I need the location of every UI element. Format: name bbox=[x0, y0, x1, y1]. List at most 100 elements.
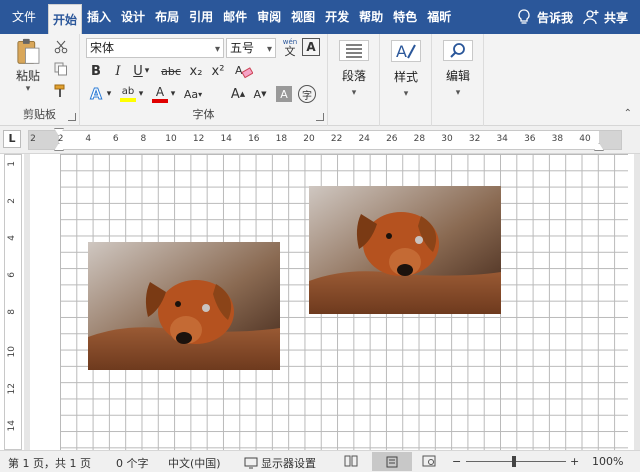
dog-photo-left[interactable] bbox=[88, 242, 280, 370]
status-bar: 第 1 页，共 1 页 0 个字 中文(中国) 显示器设置 − + 100% bbox=[0, 450, 640, 472]
styles-group: A 样式 ▾ bbox=[380, 34, 432, 126]
strikethrough-button[interactable]: abc bbox=[158, 61, 184, 81]
display-settings-button[interactable]: 显示器设置 bbox=[244, 455, 316, 471]
cut-button[interactable] bbox=[52, 38, 70, 56]
collapse-ribbon-icon[interactable]: ⌃ bbox=[624, 108, 632, 119]
dog-photo-right[interactable] bbox=[309, 186, 501, 314]
ruler-number: 4 bbox=[85, 134, 92, 144]
editing-label: 编辑 bbox=[445, 69, 470, 83]
horizontal-ruler-bar: L 2 2 4 6 8 10 12 14 16 18 20 22 24 26 28 30 32 34 36 38 40 bbox=[0, 126, 640, 154]
phonetic-wen-char: 文 bbox=[284, 45, 296, 58]
italic-button[interactable]: I bbox=[108, 61, 128, 81]
tab-selector[interactable]: L bbox=[3, 130, 21, 148]
zoom-slider-thumb[interactable] bbox=[512, 456, 516, 467]
clipboard-launcher[interactable] bbox=[68, 113, 76, 121]
language-status[interactable]: 中文(中国) bbox=[168, 455, 221, 471]
ruler-number: 14 bbox=[220, 134, 232, 144]
shrink-font-button[interactable]: A ▼ bbox=[250, 84, 270, 104]
horizontal-ruler[interactable]: 2 2 4 6 8 10 12 14 16 18 20 22 24 26 28 30 32 34 36 38 40 bbox=[28, 128, 622, 151]
tab-file[interactable]: 文件 bbox=[0, 0, 48, 34]
ruler-number: 8 bbox=[140, 134, 147, 144]
tab-review[interactable]: 审阅 bbox=[252, 0, 286, 34]
ruler-number: 24 bbox=[358, 134, 370, 144]
format-painter-button[interactable] bbox=[52, 82, 70, 100]
character-border-button[interactable]: A bbox=[302, 38, 320, 56]
eraser-icon: A bbox=[235, 64, 253, 79]
ribbon: 粘贴 ▾ 剪贴板 宋体 ▾ 五号 ▾ wén 文 A B I U ▾ abc x… bbox=[0, 34, 640, 126]
clipboard-group: 粘贴 ▾ 剪贴板 bbox=[0, 34, 80, 126]
paragraph-button[interactable]: 段落 ▾ bbox=[335, 38, 373, 98]
document-area[interactable] bbox=[24, 154, 640, 450]
font-size-select[interactable]: 五号 ▾ bbox=[226, 38, 276, 58]
read-mode-icon[interactable] bbox=[344, 455, 358, 470]
web-layout-icon[interactable] bbox=[422, 455, 436, 470]
paste-button[interactable]: 粘贴 ▾ bbox=[10, 38, 46, 94]
superscript-button[interactable]: x² bbox=[208, 61, 228, 81]
chevron-down-icon: ▾ bbox=[455, 88, 461, 98]
ruler-number: 34 bbox=[496, 134, 508, 144]
ruler-right-margin bbox=[599, 131, 621, 149]
change-case-button[interactable]: Aa ▾ bbox=[180, 84, 206, 104]
chevron-down-icon[interactable]: ▾ bbox=[136, 84, 146, 104]
tab-design[interactable]: 设计 bbox=[116, 0, 150, 34]
vertical-ruler[interactable]: 1 2 4 6 8 10 12 14 bbox=[4, 154, 22, 450]
chevron-down-icon: ▾ bbox=[403, 89, 409, 99]
tab-layout[interactable]: 布局 bbox=[150, 0, 184, 34]
tab-help[interactable]: 帮助 bbox=[354, 0, 388, 34]
editing-button[interactable]: 编辑 ▾ bbox=[439, 38, 477, 98]
display-settings-label: 显示器设置 bbox=[261, 457, 316, 470]
tab-developer[interactable]: 开发 bbox=[320, 0, 354, 34]
ruler-number: 22 bbox=[330, 134, 343, 144]
zoom-level[interactable]: 100% bbox=[592, 455, 623, 468]
bold-button[interactable]: B bbox=[86, 61, 106, 81]
share-button[interactable]: 共享 bbox=[583, 9, 640, 26]
tab-mailings[interactable]: 邮件 bbox=[218, 0, 252, 34]
print-layout-icon[interactable] bbox=[372, 452, 412, 471]
ruler-number: 12 bbox=[192, 134, 205, 144]
copy-button[interactable] bbox=[52, 60, 70, 78]
ruler-number: 40 bbox=[579, 134, 591, 144]
character-shading-button[interactable]: A bbox=[276, 86, 292, 102]
chevron-down-icon: ▾ bbox=[214, 44, 220, 55]
text-effects-button[interactable]: A bbox=[86, 84, 106, 104]
chevron-down-icon[interactable]: ▾ bbox=[168, 84, 178, 104]
word-count[interactable]: 0 个字 bbox=[116, 455, 149, 471]
tab-foxit[interactable]: 福昕 bbox=[422, 0, 456, 34]
enclose-characters-button[interactable]: 字 bbox=[298, 85, 316, 103]
ruler-number: 1 bbox=[7, 161, 17, 167]
ruler-number: 18 bbox=[275, 134, 288, 144]
styles-button[interactable]: A 样式 ▾ bbox=[387, 38, 425, 99]
tell-me-button[interactable]: 告诉我 bbox=[507, 9, 583, 26]
tab-references[interactable]: 引用 bbox=[184, 0, 218, 34]
ruler-number: 2 bbox=[7, 198, 17, 204]
highlight-button[interactable]: ab bbox=[118, 84, 138, 104]
tab-view[interactable]: 视图 bbox=[286, 0, 320, 34]
zoom-slider-track[interactable] bbox=[466, 461, 566, 462]
clear-formatting-button[interactable]: A bbox=[234, 61, 254, 81]
chevron-down-icon[interactable]: ▾ bbox=[142, 61, 152, 81]
zoom-in-button[interactable]: + bbox=[570, 455, 579, 468]
ribbon-tab-bar: 文件 开始 插入 设计 布局 引用 邮件 审阅 视图 开发 帮助 特色 福昕 告… bbox=[0, 0, 640, 34]
tab-home[interactable]: 开始 bbox=[48, 4, 83, 34]
tab-special[interactable]: 特色 bbox=[388, 0, 422, 34]
subscript-button[interactable]: x₂ bbox=[186, 61, 206, 81]
phonetic-guide-button[interactable]: wén 文 bbox=[280, 36, 300, 60]
text-effects-letter: A bbox=[90, 85, 103, 104]
change-case-label: Aa bbox=[183, 87, 199, 101]
grow-font-button[interactable]: A ▲ bbox=[228, 84, 248, 104]
font-color-button[interactable]: A bbox=[150, 84, 170, 104]
ruler-number: 32 bbox=[468, 134, 481, 144]
share-label: 共享 bbox=[603, 10, 628, 25]
chevron-down-icon[interactable]: ▾ bbox=[104, 84, 114, 104]
tab-insert[interactable]: 插入 bbox=[82, 0, 116, 34]
highlight-letter: ab bbox=[121, 86, 135, 97]
ruler-number: 30 bbox=[441, 134, 453, 144]
font-name-select[interactable]: 宋体 ▾ bbox=[86, 38, 224, 58]
paste-label: 粘贴 bbox=[15, 69, 40, 83]
font-launcher[interactable] bbox=[316, 113, 324, 121]
page-count[interactable]: 第 1 页，共 1 页 bbox=[8, 455, 91, 471]
zoom-out-button[interactable]: − bbox=[452, 455, 461, 468]
document-page[interactable] bbox=[30, 154, 634, 450]
ruler-number: 2 bbox=[57, 134, 64, 144]
font-color-bar bbox=[152, 98, 168, 103]
